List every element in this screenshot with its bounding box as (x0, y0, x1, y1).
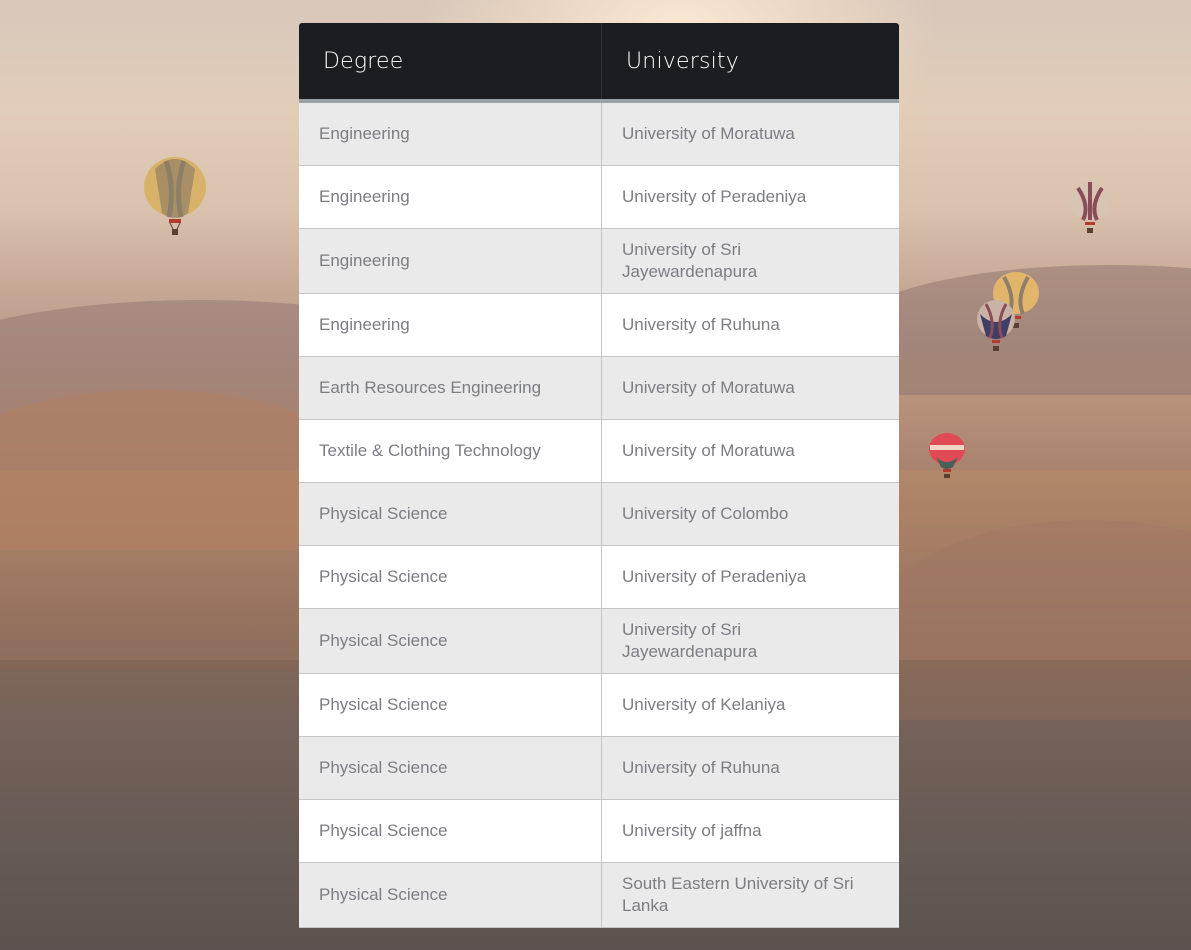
table-row: Physical Science University of Peradeniya (299, 546, 899, 609)
cell-university: University of Ruhuna (622, 758, 780, 777)
cell-degree: Engineering (299, 294, 602, 356)
cell-degree: Engineering (299, 229, 602, 293)
cell-university: University of Peradeniya (622, 567, 807, 586)
hot-air-balloon-icon (977, 300, 1015, 351)
table-header: Degree University (299, 23, 899, 103)
cell-university: University of Moratuwa (622, 441, 795, 460)
cell-university: South Eastern University of Sri Lanka (622, 874, 854, 915)
table-row: Earth Resources Engineering University of… (299, 357, 899, 420)
table-row: Physical Science University of Ruhuna (299, 737, 899, 800)
cell-university: University of Kelaniya (622, 695, 786, 714)
cell-university: University of Sri Jayewardenapura (622, 240, 758, 281)
hot-air-balloon-icon (144, 157, 206, 235)
cell-degree: Earth Resources Engineering (299, 357, 602, 419)
cell-degree: Physical Science (299, 546, 602, 608)
table-row: Physical Science University of Sri Jayewa… (299, 609, 899, 674)
hot-air-balloon-icon (929, 433, 965, 478)
table-row: Physical Science South Eastern University… (299, 863, 899, 928)
cell-degree: Physical Science (299, 609, 602, 673)
cell-university: University of Colombo (622, 504, 789, 523)
table-row: Physical Science University of Colombo (299, 483, 899, 546)
cell-degree: Physical Science (299, 674, 602, 736)
table-body: Engineering University of Moratuwa Enginee… (299, 103, 899, 928)
cell-degree: Physical Science (299, 800, 602, 862)
cell-university: University of Sri Jayewardenapura (622, 620, 758, 661)
cell-degree: Physical Science (299, 737, 602, 799)
header-university: University (626, 48, 739, 74)
table-row: Physical Science University of Kelaniya (299, 674, 899, 737)
cell-university: University of jaffna (622, 821, 762, 840)
cell-university: University of Ruhuna (622, 315, 780, 334)
table-row: Textile & Clothing Technology University … (299, 420, 899, 483)
table-row: Engineering University of Moratuwa (299, 103, 899, 166)
cell-degree: Engineering (299, 103, 602, 165)
cell-degree: Engineering (299, 166, 602, 228)
table-row: Engineering University of Peradeniya (299, 166, 899, 229)
table-row: Engineering University of Ruhuna (299, 294, 899, 357)
cell-degree: Physical Science (299, 863, 602, 927)
cell-degree: Physical Science (299, 483, 602, 545)
header-degree: Degree (299, 23, 602, 99)
cell-university: University of Peradeniya (622, 187, 807, 206)
cell-university: University of Moratuwa (622, 124, 795, 143)
table-row: Engineering University of Sri Jayewardena… (299, 229, 899, 294)
degree-university-table: Degree University Engineering University … (299, 23, 899, 928)
cell-university: University of Moratuwa (622, 378, 795, 397)
hot-air-balloon-icon (1070, 182, 1110, 233)
cell-degree: Textile & Clothing Technology (299, 420, 602, 482)
table-row: Physical Science University of jaffna (299, 800, 899, 863)
